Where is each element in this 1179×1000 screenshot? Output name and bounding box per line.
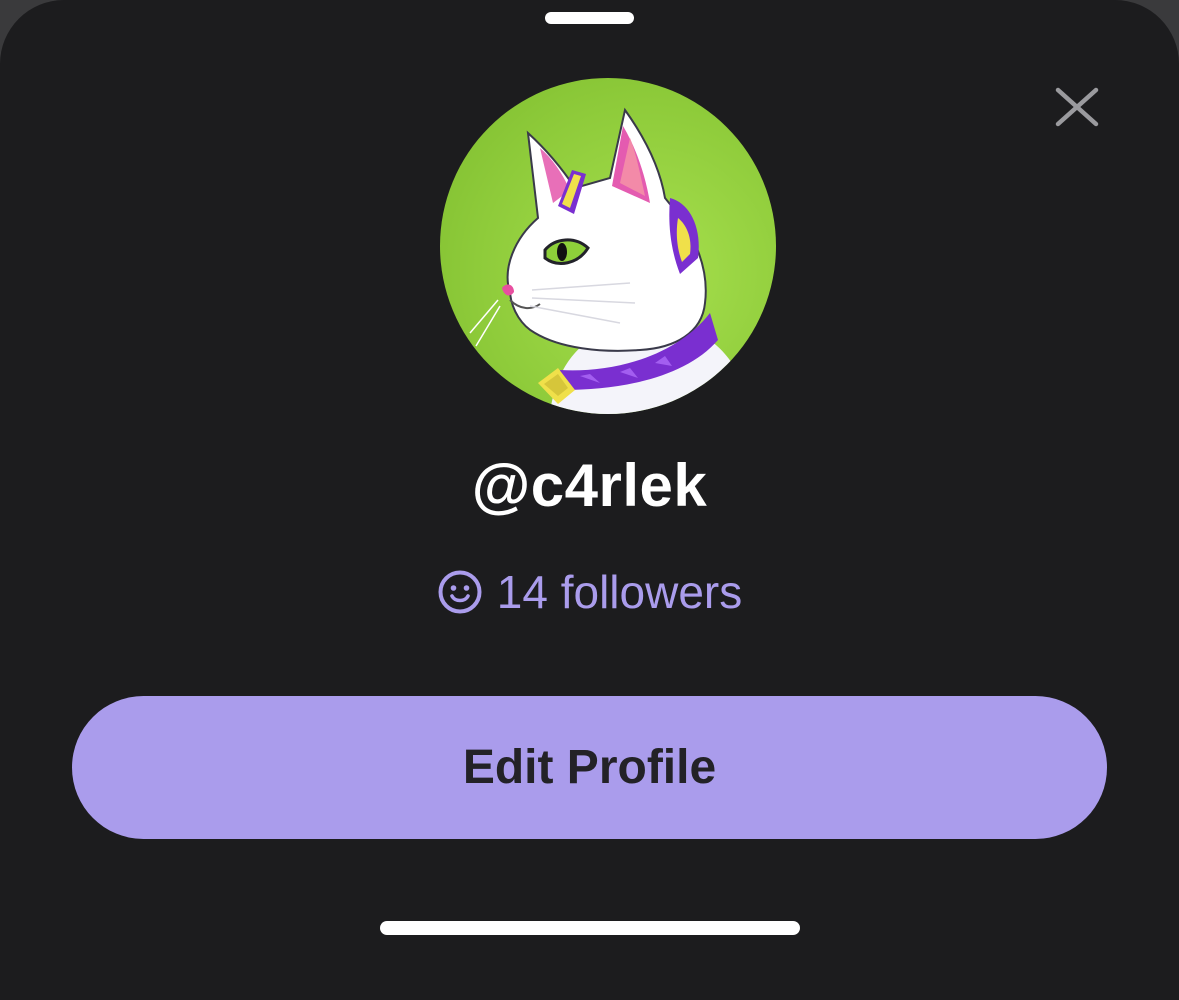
smiley-icon <box>438 570 482 614</box>
close-icon <box>1055 87 1099 127</box>
profile-sheet: @c4rlek 14 followers Edit Profile <box>0 0 1179 1000</box>
sheet-grabber-handle[interactable] <box>545 12 634 24</box>
followers-label: 14 followers <box>496 566 743 618</box>
cat-avatar-image <box>469 107 750 414</box>
edit-profile-button[interactable]: Edit Profile <box>72 696 1107 839</box>
followers-count[interactable]: 14 followers <box>0 562 1179 622</box>
close-button[interactable] <box>1044 76 1110 142</box>
username: @c4rlek <box>471 452 708 519</box>
home-indicator <box>380 921 800 935</box>
avatar[interactable] <box>440 78 776 414</box>
